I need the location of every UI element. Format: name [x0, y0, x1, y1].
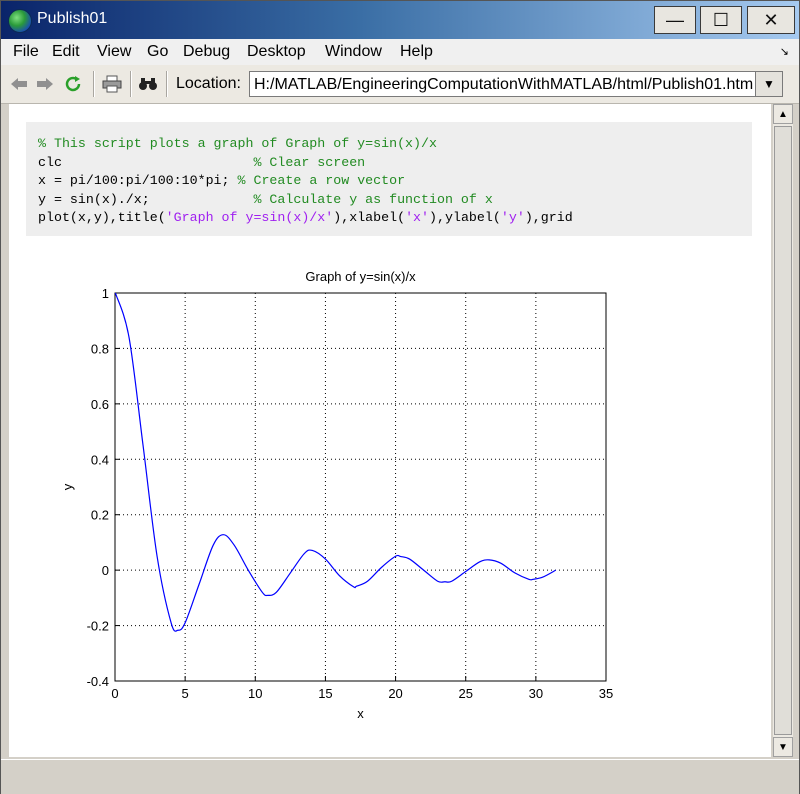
y-tick-label: 0.4	[91, 452, 109, 467]
x-tick-label: 25	[458, 686, 472, 701]
html-content-pane: % This script plots a graph of Graph of …	[9, 104, 771, 757]
menu-view[interactable]: View	[97, 43, 131, 61]
x-tick-label: 5	[182, 686, 189, 701]
menu-desktop[interactable]: Desktop	[247, 43, 306, 61]
back-arrow-icon[interactable]	[9, 74, 29, 94]
x-tick-label: 20	[388, 686, 402, 701]
location-combobox[interactable]: ▼	[249, 71, 783, 97]
undock-arrow-icon[interactable]: ↘	[780, 45, 789, 58]
x-tick-label: 0	[111, 686, 118, 701]
forward-arrow-icon[interactable]	[35, 74, 55, 94]
menu-go[interactable]: Go	[147, 43, 168, 61]
plot-axes-box	[114, 292, 607, 682]
scroll-down-icon[interactable]: ▼	[773, 737, 793, 757]
toolbar-separator	[93, 71, 95, 97]
menu-help[interactable]: Help	[400, 43, 433, 61]
x-axis-label: x	[357, 706, 364, 721]
chevron-down-icon[interactable]: ▼	[755, 72, 782, 96]
maximize-button[interactable]: ☐	[700, 6, 742, 34]
title-bar[interactable]: Publish01 — ☐ ✕	[1, 1, 799, 39]
print-icon[interactable]	[102, 74, 122, 94]
close-button[interactable]: ✕	[747, 6, 795, 34]
line-chart: 0 5 10 15 20 25 30 35 -0.4 -0.2 0 0.2 0.4 0.6 0.8 1 Gra…	[60, 269, 613, 721]
menu-debug[interactable]: Debug	[183, 43, 230, 61]
x-tick-label: 35	[599, 686, 613, 701]
location-input[interactable]	[254, 75, 754, 95]
x-tick-label: 15	[318, 686, 332, 701]
menu-file[interactable]: File	[13, 43, 39, 61]
window-title: Publish01	[37, 10, 108, 27]
toolbar: Location: ▼	[1, 65, 799, 104]
y-tick-label: 1	[102, 286, 109, 301]
toolbar-separator	[166, 71, 168, 97]
chart-title: Graph of y=sin(x)/x	[305, 269, 416, 284]
minimize-button[interactable]: —	[654, 6, 696, 34]
toolbar-separator	[130, 71, 132, 97]
status-bar	[1, 759, 799, 794]
matlab-help-browser-window: Publish01 — ☐ ✕ File Edit View Go Debug …	[0, 0, 800, 794]
globe-icon	[8, 9, 32, 33]
refresh-icon[interactable]	[63, 74, 83, 94]
y-tick-label: 0	[102, 563, 109, 578]
x-tick-label: 10	[248, 686, 262, 701]
find-binoculars-icon[interactable]	[138, 74, 158, 94]
scrollbar-thumb[interactable]	[774, 126, 792, 735]
y-tick-label: -0.4	[87, 674, 109, 689]
y-tick-label: 0.6	[91, 397, 109, 412]
y-tick-label: 0.2	[91, 508, 109, 523]
scroll-up-icon[interactable]: ▲	[773, 104, 793, 124]
menu-edit[interactable]: Edit	[52, 43, 80, 61]
menu-window[interactable]: Window	[325, 43, 382, 61]
vertical-scrollbar[interactable]: ▲ ▼	[773, 104, 793, 757]
y-tick-label: -0.2	[87, 619, 109, 634]
location-label: Location:	[176, 75, 241, 92]
y-axis-label: y	[60, 483, 75, 490]
x-tick-label: 30	[529, 686, 543, 701]
menu-bar: File Edit View Go Debug Desktop Window H…	[1, 39, 799, 65]
y-tick-label: 0.8	[91, 341, 109, 356]
